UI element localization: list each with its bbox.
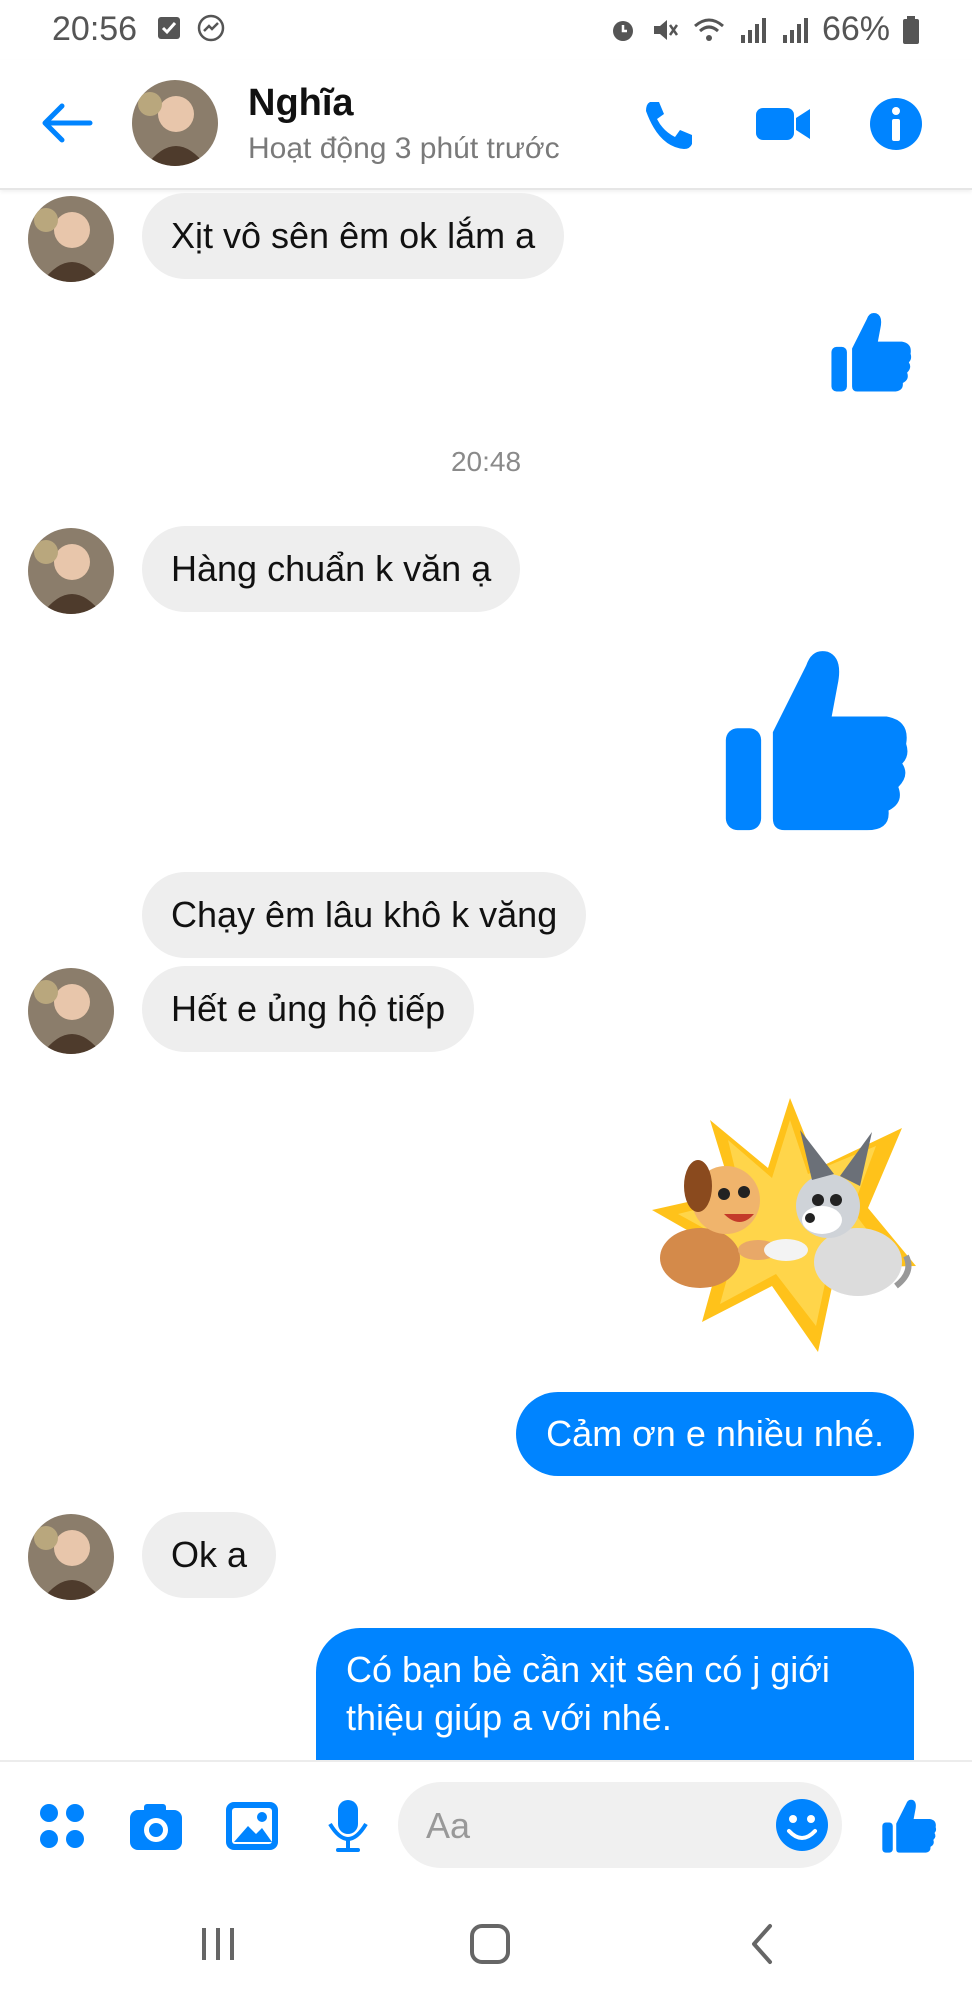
gallery-button[interactable] xyxy=(222,1796,282,1856)
contact-avatar[interactable] xyxy=(132,80,218,166)
system-back-button[interactable] xyxy=(734,1918,794,1970)
avatar-photo-icon xyxy=(28,968,114,1054)
checkbox-notification-icon xyxy=(158,17,180,39)
back-button[interactable] xyxy=(36,98,96,148)
home-button[interactable] xyxy=(460,1918,520,1970)
message-incoming[interactable]: Ok a xyxy=(142,1512,277,1598)
contact-active-status: Hoạt động 3 phút trước xyxy=(248,132,560,165)
video-icon xyxy=(756,108,810,140)
message-input[interactable] xyxy=(424,1782,748,1870)
sticker-message[interactable] xyxy=(640,1090,920,1365)
chevron-left-icon xyxy=(752,1924,772,1964)
message-incoming[interactable]: Hàng chuẩn k văn ạ xyxy=(142,526,521,612)
sender-avatar[interactable] xyxy=(28,196,114,282)
info-icon xyxy=(870,98,922,150)
message-outgoing[interactable]: Cảm ơn e nhiều nhé. xyxy=(516,1392,914,1476)
emoji-button[interactable] xyxy=(772,1795,832,1855)
like-icon xyxy=(882,1799,937,1853)
message-incoming[interactable]: Chạy êm lâu khô k văng xyxy=(142,872,587,958)
status-right: 66% xyxy=(608,10,920,49)
avatar-photo-icon xyxy=(28,1514,114,1600)
battery-icon xyxy=(903,15,919,44)
camera-button[interactable] xyxy=(126,1796,186,1856)
conversation-info-button[interactable] xyxy=(868,96,928,152)
wifi-icon xyxy=(693,18,724,41)
battery-percent: 66% xyxy=(821,10,890,48)
status-left-icons xyxy=(156,13,226,43)
avatar-photo-icon xyxy=(132,80,218,166)
home-icon xyxy=(470,1924,510,1964)
sender-avatar[interactable] xyxy=(28,968,114,1054)
message-input-wrapper xyxy=(398,1782,842,1870)
gallery-icon xyxy=(226,1802,278,1850)
like-message-large[interactable] xyxy=(718,640,914,845)
back-arrow-icon xyxy=(42,103,93,143)
sender-avatar[interactable] xyxy=(28,528,114,614)
video-call-button[interactable] xyxy=(752,96,812,152)
message-incoming[interactable]: Hết e ủng hộ tiếp xyxy=(142,966,475,1052)
send-like-button[interactable] xyxy=(880,1796,940,1856)
thumbs-up-icon xyxy=(831,312,912,392)
alarm-icon xyxy=(612,20,633,41)
message-incoming[interactable]: Xịt vô sên êm ok lắm a xyxy=(142,193,565,279)
contact-name[interactable]: Nghĩa xyxy=(248,82,354,125)
avatar-photo-icon xyxy=(28,528,114,614)
conversation-header: Nghĩa Hoạt động 3 phút trước xyxy=(0,60,972,190)
signal-icon-2 xyxy=(782,17,808,43)
recent-apps-button[interactable] xyxy=(188,1918,248,1970)
system-navigation-bar xyxy=(0,1888,972,1998)
messenger-notification-icon xyxy=(197,14,225,42)
voice-call-button[interactable] xyxy=(636,96,696,152)
message-composer xyxy=(0,1760,972,1890)
emoji-icon xyxy=(776,1799,828,1851)
status-bar: 20:56 66% xyxy=(0,0,972,60)
more-actions-button[interactable] xyxy=(32,1796,92,1856)
mute-icon xyxy=(653,19,678,40)
recents-icon xyxy=(202,1928,234,1960)
thumbs-up-icon xyxy=(725,651,908,831)
apps-icon xyxy=(40,1804,84,1848)
camera-icon xyxy=(130,1804,182,1850)
avatar-photo-icon xyxy=(28,196,114,282)
like-message-small[interactable] xyxy=(828,308,914,401)
phone-icon xyxy=(646,102,692,149)
mic-icon xyxy=(328,1800,368,1852)
sender-avatar[interactable] xyxy=(28,1514,114,1600)
signal-icon xyxy=(740,17,766,43)
status-time: 20:56 xyxy=(52,10,138,48)
voice-clip-button[interactable] xyxy=(318,1796,378,1856)
message-timestamp: 20:48 xyxy=(450,446,522,477)
dogs-fist-bump-sticker-icon xyxy=(652,1098,916,1352)
